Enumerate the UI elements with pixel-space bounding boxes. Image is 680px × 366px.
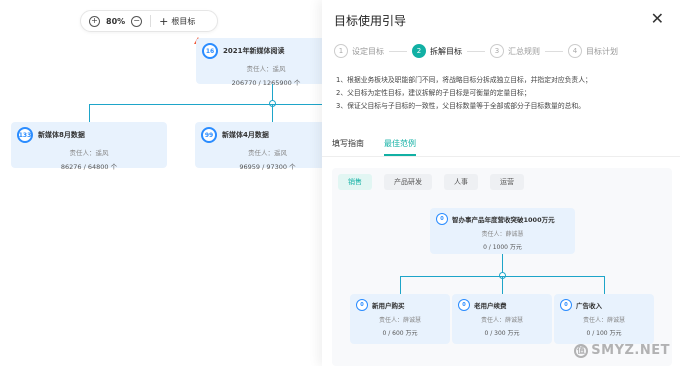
category-chips: 销售 产品研发 人事 运营 [338, 174, 524, 190]
connector-line [502, 276, 503, 294]
goal-progress: 206770 / 1265900 个 [231, 79, 301, 87]
goal-title: 2021年新媒体阅读 [223, 47, 285, 55]
step-label: 设定目标 [352, 46, 384, 56]
step-number: 3 [490, 44, 504, 58]
step-1[interactable]: 1 设定目标 [334, 44, 384, 58]
step-divider [545, 50, 563, 52]
goal-progress: 0 / 1000 万元 [483, 244, 522, 251]
goal-title: 新媒体4月数据 [222, 131, 269, 139]
goal-progress: 0 / 300 万元 [484, 330, 520, 337]
rule-text: 2、父目标为定性目标，建议拆解的子目标是可衡量的定量目标； [336, 89, 531, 97]
zoom-toolbar: + 80% − + 根目标 [80, 10, 218, 32]
goal-title: 新媒体8月数据 [38, 131, 85, 139]
zoom-in-icon[interactable]: + [89, 15, 100, 27]
progress-badge: 133 [17, 127, 33, 143]
watermark-text: SMYZ.NET [591, 343, 670, 358]
goal-node-child[interactable]: 133 新媒体8月数据 责任人：遥风 86276 / 64800 个 [11, 122, 167, 171]
step-number: 2 [412, 44, 426, 58]
site-watermark: 值 SMYZ.NET [574, 343, 670, 358]
zoom-out-icon[interactable]: − [131, 15, 143, 27]
guide-rules: 1、根据业务板块及职能部门不同，将战略目标分拆成独立目标，并指定对应负责人； 2… [336, 74, 666, 113]
example-node-child: 0 广告收入 责任人：薛诚慧 0 / 100 万元 [554, 294, 654, 344]
tab-best-example[interactable]: 最佳范例 [384, 138, 416, 156]
add-root-goal-label: 根目标 [171, 16, 196, 26]
step-2[interactable]: 2 拆解目标 [412, 44, 462, 58]
step-divider [389, 50, 407, 52]
goal-progress: 0 / 100 万元 [586, 330, 622, 337]
goal-owner: 责任人：薛诚慧 [480, 317, 523, 324]
tab-guide[interactable]: 填写指南 [332, 138, 364, 156]
progress-badge: 16 [202, 43, 218, 59]
example-node-root: 0 智办事产品年度营收突破1000万元 责任人：薛诚慧 0 / 1000 万元 [430, 208, 575, 254]
connector-line [272, 104, 273, 122]
chip-sales[interactable]: 销售 [338, 174, 372, 190]
rule-text: 3、保证父目标与子目标的一致性，父目标数量等于全部或部分子目标数量的总和。 [336, 102, 586, 110]
step-number: 4 [568, 44, 582, 58]
goal-guide-panel: 目标使用引导 ✕ 1 设定目标 2 拆解目标 3 汇总规则 4 目标计划 1、根… [322, 0, 680, 366]
chip-operations[interactable]: 运营 [490, 174, 524, 190]
watermark-logo-icon: 值 [574, 343, 589, 358]
add-root-goal-button[interactable]: + 根目标 [159, 15, 195, 28]
step-label: 汇总规则 [508, 46, 540, 56]
progress-badge: 0 [560, 299, 572, 311]
step-divider [467, 50, 485, 52]
rule-text: 1、根据业务板块及职能部门不同，将战略目标分拆成独立目标，并指定对应负责人； [336, 76, 592, 84]
progress-badge: 0 [356, 299, 368, 311]
step-indicator: 1 设定目标 2 拆解目标 3 汇总规则 4 目标计划 [334, 44, 618, 58]
goal-node-root[interactable]: 16 2021年新媒体阅读 责任人：遥风 206770 / 1265900 个 [196, 38, 336, 87]
goal-progress: 86276 / 64800 个 [60, 163, 118, 171]
step-label: 目标计划 [586, 46, 618, 56]
step-label: 拆解目标 [430, 46, 462, 56]
plus-icon: + [159, 14, 169, 28]
goal-owner: 责任人：遥风 [246, 65, 286, 73]
tabs-divider [322, 156, 680, 157]
goal-owner: 责任人：薛诚慧 [481, 231, 524, 238]
connector-line [400, 276, 401, 294]
connector-line [89, 104, 340, 105]
close-icon[interactable]: ✕ [651, 9, 664, 28]
goal-owner: 责任人：遥风 [248, 149, 287, 157]
goal-owner: 责任人：薛诚慧 [378, 317, 421, 324]
goal-title: 老用户续费 [474, 302, 507, 310]
step-3[interactable]: 3 汇总规则 [490, 44, 540, 58]
goal-canvas: + 80% − + 根目标 16 2021年新媒体阅读 责任人：遥风 20677… [0, 0, 340, 366]
progress-badge: 0 [436, 213, 448, 225]
goal-title: 新用户购买 [372, 302, 405, 310]
example-node-child: 0 老用户续费 责任人：薛诚慧 0 / 300 万元 [452, 294, 552, 344]
chip-product[interactable]: 产品研发 [384, 174, 432, 190]
step-4[interactable]: 4 目标计划 [568, 44, 618, 58]
goal-progress: 0 / 600 万元 [382, 330, 418, 337]
guide-tabs: 填写指南 最佳范例 [332, 138, 416, 156]
goal-title: 智办事产品年度营收突破1000万元 [452, 216, 555, 224]
progress-badge: 99 [201, 127, 217, 143]
goal-owner: 责任人：薛诚慧 [582, 317, 625, 324]
zoom-level: 80% [106, 16, 126, 26]
connector-line [604, 276, 605, 294]
goal-progress: 96959 / 97300 个 [239, 163, 296, 171]
goal-title: 广告收入 [576, 302, 602, 310]
toolbar-divider [150, 15, 152, 27]
connector-line [89, 104, 90, 122]
goal-owner: 责任人：遥风 [69, 149, 109, 157]
step-number: 1 [334, 44, 348, 58]
example-node-child: 0 新用户购买 责任人：薛诚慧 0 / 600 万元 [350, 294, 450, 344]
example-area: 销售 产品研发 人事 运营 0 智办事产品年度营收突破1000万元 责任人：薛诚… [332, 168, 672, 366]
progress-badge: 0 [458, 299, 470, 311]
goal-node-child[interactable]: 99 新媒体4月数据 责任人：遥风 96959 / 97300 个 [195, 122, 340, 171]
chip-hr[interactable]: 人事 [444, 174, 478, 190]
panel-title: 目标使用引导 [334, 14, 407, 28]
